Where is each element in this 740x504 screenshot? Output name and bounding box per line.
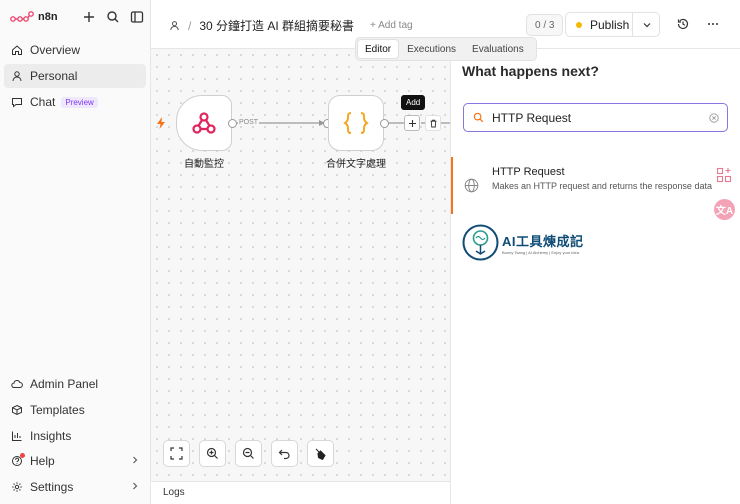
counter-badge: 0 / 3 bbox=[526, 14, 564, 36]
sidebar-item-templates[interactable]: Templates bbox=[4, 398, 146, 422]
zoom-in-button[interactable] bbox=[199, 440, 226, 467]
node-creator-panel: What happens next? HTTP Request Makes an… bbox=[450, 49, 740, 504]
undo-icon bbox=[278, 449, 290, 460]
home-icon bbox=[11, 44, 23, 56]
breadcrumb: / 30 分鐘打造 AI 群組摘要秘書 + Add tag bbox=[169, 17, 413, 34]
sidebar-item-label: Chat bbox=[30, 95, 56, 109]
fit-view-icon bbox=[170, 447, 183, 460]
sidebar-item-admin-panel[interactable]: Admin Panel bbox=[4, 372, 146, 396]
more-icon[interactable] bbox=[706, 17, 720, 31]
sidebar-item-overview[interactable]: Overview bbox=[4, 38, 146, 62]
user-icon bbox=[11, 70, 23, 82]
result-description: Makes an HTTP request and returns the re… bbox=[492, 181, 712, 191]
result-title: HTTP Request bbox=[492, 166, 565, 178]
zoom-out-button[interactable] bbox=[235, 440, 262, 467]
search-result-item[interactable]: HTTP Request Makes an HTTP request and r… bbox=[451, 157, 740, 214]
n8n-logo-icon bbox=[10, 11, 34, 22]
workflow-canvas[interactable]: POST 自動監控 合併文字處理 Add bbox=[151, 49, 450, 481]
workflow-title[interactable]: 30 分鐘打造 AI 群組摘要秘書 bbox=[199, 17, 354, 34]
zoom-in-icon bbox=[206, 447, 218, 459]
clear-icon[interactable] bbox=[709, 113, 719, 123]
add-tooltip: Add bbox=[401, 95, 426, 110]
chevron-right-icon bbox=[133, 457, 138, 464]
tab-executions[interactable]: Executions bbox=[400, 40, 463, 58]
sidebar-item-label: Personal bbox=[30, 69, 78, 83]
code-braces-icon bbox=[343, 112, 369, 134]
node-search-box[interactable] bbox=[463, 103, 728, 132]
user-icon[interactable] bbox=[169, 20, 180, 31]
output-handle[interactable] bbox=[228, 119, 237, 128]
publish-button[interactable]: Publish bbox=[565, 12, 660, 37]
search-icon bbox=[473, 112, 484, 123]
tab-evaluations[interactable]: Evaluations bbox=[465, 40, 531, 58]
node-label: 合併文字處理 bbox=[326, 159, 386, 170]
plus-icon[interactable] bbox=[81, 9, 97, 25]
broom-icon bbox=[315, 448, 326, 460]
tidy-up-button[interactable] bbox=[307, 440, 334, 467]
search-icon[interactable] bbox=[105, 9, 121, 25]
panel-title: What happens next? bbox=[462, 63, 599, 79]
translate-icon[interactable]: 文A bbox=[714, 199, 735, 220]
view-tabs: Editor Executions Evaluations bbox=[355, 37, 537, 61]
breadcrumb-separator: / bbox=[188, 18, 192, 33]
box-icon bbox=[11, 404, 23, 416]
tab-editor[interactable]: Editor bbox=[358, 40, 399, 58]
zoom-out-icon bbox=[242, 447, 254, 459]
webhook-icon bbox=[192, 112, 216, 134]
sidebar-bottom-nav: Admin Panel Templates Insights Help Sett… bbox=[4, 372, 146, 501]
brand-watermark: AI工具煉成記 Bunny Tsang | AI Alchemy | Enjoy… bbox=[462, 224, 584, 261]
app-name: n8n bbox=[38, 11, 58, 23]
active-indicator bbox=[451, 157, 453, 214]
sidebar-toggle-icon[interactable] bbox=[129, 9, 145, 25]
sidebar-item-insights[interactable]: Insights bbox=[4, 424, 146, 448]
add-tag-button[interactable]: + Add tag bbox=[370, 20, 413, 31]
fit-view-button[interactable] bbox=[163, 440, 190, 467]
sidebar-item-help[interactable]: Help bbox=[4, 449, 146, 473]
sidebar: n8n Overview Personal Chat Preview Admin… bbox=[0, 0, 151, 504]
sidebar-item-settings[interactable]: Settings bbox=[4, 475, 146, 499]
brand-tagline: Bunny Tsang | AI Alchemy | Enjoy your id… bbox=[502, 249, 579, 255]
sidebar-item-personal[interactable]: Personal bbox=[4, 64, 146, 88]
divider bbox=[632, 13, 633, 36]
sidebar-item-label: Settings bbox=[30, 480, 74, 495]
chevron-right-icon bbox=[133, 482, 138, 490]
trash-icon bbox=[430, 119, 436, 127]
code-node[interactable] bbox=[328, 95, 384, 151]
status-dot bbox=[576, 21, 582, 28]
sidebar-top-nav: Overview Personal Chat Preview bbox=[4, 38, 146, 116]
cloud-icon bbox=[11, 378, 23, 390]
sidebar-item-label: Admin Panel bbox=[30, 377, 99, 391]
history-icon[interactable] bbox=[676, 17, 690, 31]
publish-label: Publish bbox=[590, 17, 630, 32]
sidebar-item-chat[interactable]: Chat Preview bbox=[4, 90, 146, 114]
chevron-down-icon[interactable] bbox=[641, 19, 653, 31]
connection-label: POST bbox=[238, 119, 260, 126]
sidebar-item-label: Help bbox=[30, 454, 55, 469]
sidebar-item-label: Overview bbox=[30, 43, 81, 57]
chart-icon bbox=[11, 430, 23, 442]
undo-button[interactable] bbox=[271, 440, 298, 467]
logs-label: Logs bbox=[163, 487, 185, 498]
brand-name: AI工具煉成記 bbox=[502, 233, 584, 249]
preview-badge: Preview bbox=[61, 96, 98, 108]
sidebar-item-label: Templates bbox=[30, 402, 85, 417]
webhook-node[interactable] bbox=[176, 95, 232, 151]
gear-icon bbox=[11, 481, 23, 493]
brand-logo-icon bbox=[462, 224, 499, 261]
output-handle[interactable] bbox=[380, 119, 389, 128]
sidebar-item-label: Insights bbox=[30, 428, 72, 443]
logs-bar[interactable]: Logs bbox=[151, 481, 450, 504]
add-node-button[interactable] bbox=[404, 115, 420, 131]
plus-icon bbox=[408, 119, 416, 127]
widgets-icon[interactable] bbox=[716, 167, 732, 183]
node-label: 自動監控 bbox=[184, 159, 224, 170]
globe-icon bbox=[464, 178, 479, 193]
notification-dot bbox=[20, 453, 25, 459]
node-search-input[interactable] bbox=[492, 110, 692, 125]
chat-icon bbox=[11, 96, 23, 108]
logo-row: n8n bbox=[10, 6, 145, 28]
canvas-controls bbox=[163, 440, 334, 467]
delete-connection-button[interactable] bbox=[425, 115, 441, 131]
n8n-logo[interactable]: n8n bbox=[10, 10, 58, 24]
